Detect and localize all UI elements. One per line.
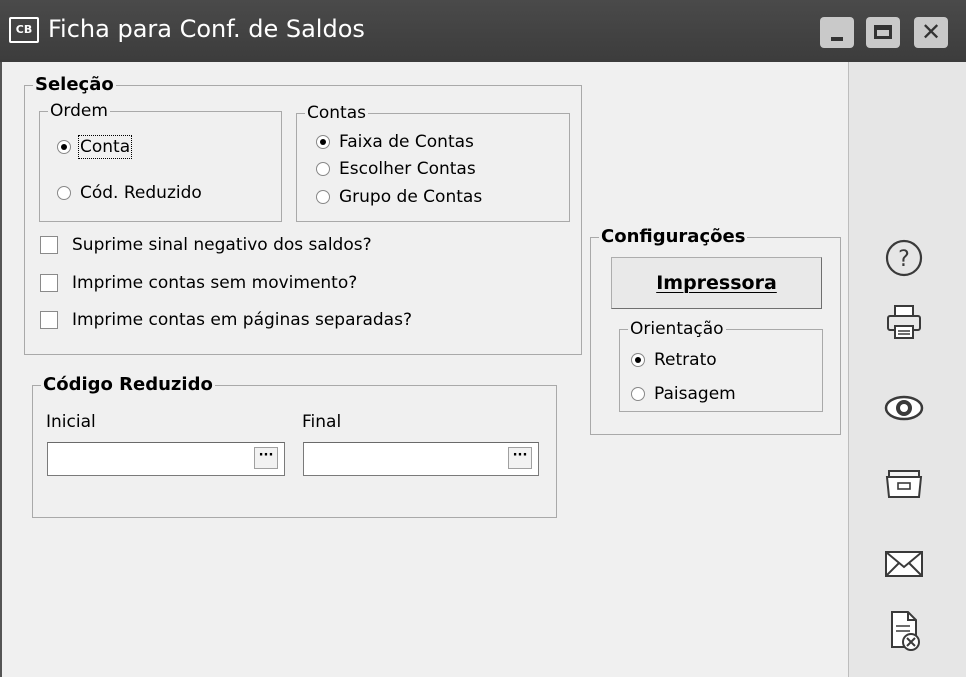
title-bar[interactable]: CB Ficha para Conf. de Saldos ✕ bbox=[0, 0, 966, 62]
checkbox-box[interactable] bbox=[40, 311, 58, 329]
form-area: Seleção Ordem Conta Cód. Reduzido Contas… bbox=[0, 62, 850, 677]
radio-button[interactable] bbox=[316, 190, 330, 204]
radio-label: Escolher Contas bbox=[339, 159, 476, 179]
radio-label: Paisagem bbox=[654, 384, 736, 404]
checkbox-box[interactable] bbox=[40, 236, 58, 254]
svg-text:?: ? bbox=[898, 247, 910, 272]
impressora-label: Impressora bbox=[656, 272, 777, 294]
radio-label: Faixa de Contas bbox=[339, 132, 474, 152]
close-button[interactable]: ✕ bbox=[914, 17, 948, 48]
radio-button[interactable] bbox=[631, 387, 645, 401]
close-icon: ✕ bbox=[920, 18, 942, 46]
ordem-group: Ordem bbox=[39, 102, 282, 222]
radio-label: Cód. Reduzido bbox=[80, 183, 202, 203]
radio-label: Grupo de Contas bbox=[339, 187, 483, 207]
final-browse-button[interactable]: ··· bbox=[508, 447, 532, 469]
configuracoes-legend: Configurações bbox=[601, 226, 746, 247]
ordem-legend: Ordem bbox=[50, 101, 108, 121]
radio-grupo-contas[interactable]: Grupo de Contas bbox=[316, 187, 482, 207]
minimize-button[interactable] bbox=[820, 17, 854, 48]
radio-retrato[interactable]: Retrato bbox=[631, 350, 717, 370]
checkbox-label: Suprime sinal negativo dos saldos? bbox=[72, 235, 372, 255]
radio-button[interactable] bbox=[316, 162, 330, 176]
inicial-browse-button[interactable]: ··· bbox=[254, 447, 278, 469]
checkbox-suprime-sinal[interactable]: Suprime sinal negativo dos saldos? bbox=[40, 235, 372, 255]
printer-icon[interactable] bbox=[880, 301, 928, 343]
final-input[interactable]: ··· bbox=[303, 442, 539, 476]
inicial-input[interactable]: ··· bbox=[47, 442, 285, 476]
radio-button[interactable] bbox=[631, 353, 645, 367]
radio-button[interactable] bbox=[57, 186, 71, 200]
radio-faixa-contas[interactable]: Faixa de Contas bbox=[316, 132, 474, 152]
preview-icon[interactable] bbox=[880, 387, 928, 429]
app-icon: CB bbox=[9, 17, 39, 43]
checkbox-label: Imprime contas em páginas separadas? bbox=[72, 310, 412, 330]
checkbox-paginas-separadas[interactable]: Imprime contas em páginas separadas? bbox=[40, 310, 412, 330]
maximize-button[interactable] bbox=[866, 17, 900, 48]
close-document-icon[interactable] bbox=[880, 610, 928, 652]
checkbox-box[interactable] bbox=[40, 274, 58, 292]
main-window: CB Ficha para Conf. de Saldos ✕ Seleção … bbox=[0, 0, 966, 677]
contas-legend: Contas bbox=[307, 103, 366, 123]
radio-button[interactable] bbox=[316, 135, 330, 149]
final-label: Final bbox=[302, 412, 342, 432]
help-icon[interactable]: ? bbox=[880, 237, 928, 279]
checkbox-contas-sem-movimento[interactable]: Imprime contas sem movimento? bbox=[40, 273, 357, 293]
radio-label: Retrato bbox=[654, 350, 717, 370]
inicial-label: Inicial bbox=[46, 412, 96, 432]
radio-conta[interactable]: Conta bbox=[57, 135, 133, 159]
radio-cod-reduzido[interactable]: Cód. Reduzido bbox=[57, 183, 202, 203]
codigo-reduzido-legend: Código Reduzido bbox=[43, 374, 213, 395]
impressora-button[interactable]: Impressora bbox=[611, 257, 822, 309]
radio-label: Conta bbox=[77, 135, 133, 159]
radio-escolher-contas[interactable]: Escolher Contas bbox=[316, 159, 476, 179]
checkbox-label: Imprime contas sem movimento? bbox=[72, 273, 358, 293]
selecao-legend: Seleção bbox=[35, 74, 114, 95]
folder-icon[interactable] bbox=[880, 462, 928, 504]
email-icon[interactable] bbox=[880, 543, 928, 585]
radio-paisagem[interactable]: Paisagem bbox=[631, 384, 736, 404]
orientacao-legend: Orientação bbox=[630, 319, 724, 339]
radio-button[interactable] bbox=[57, 140, 71, 154]
window-title: Ficha para Conf. de Saldos bbox=[48, 15, 365, 43]
